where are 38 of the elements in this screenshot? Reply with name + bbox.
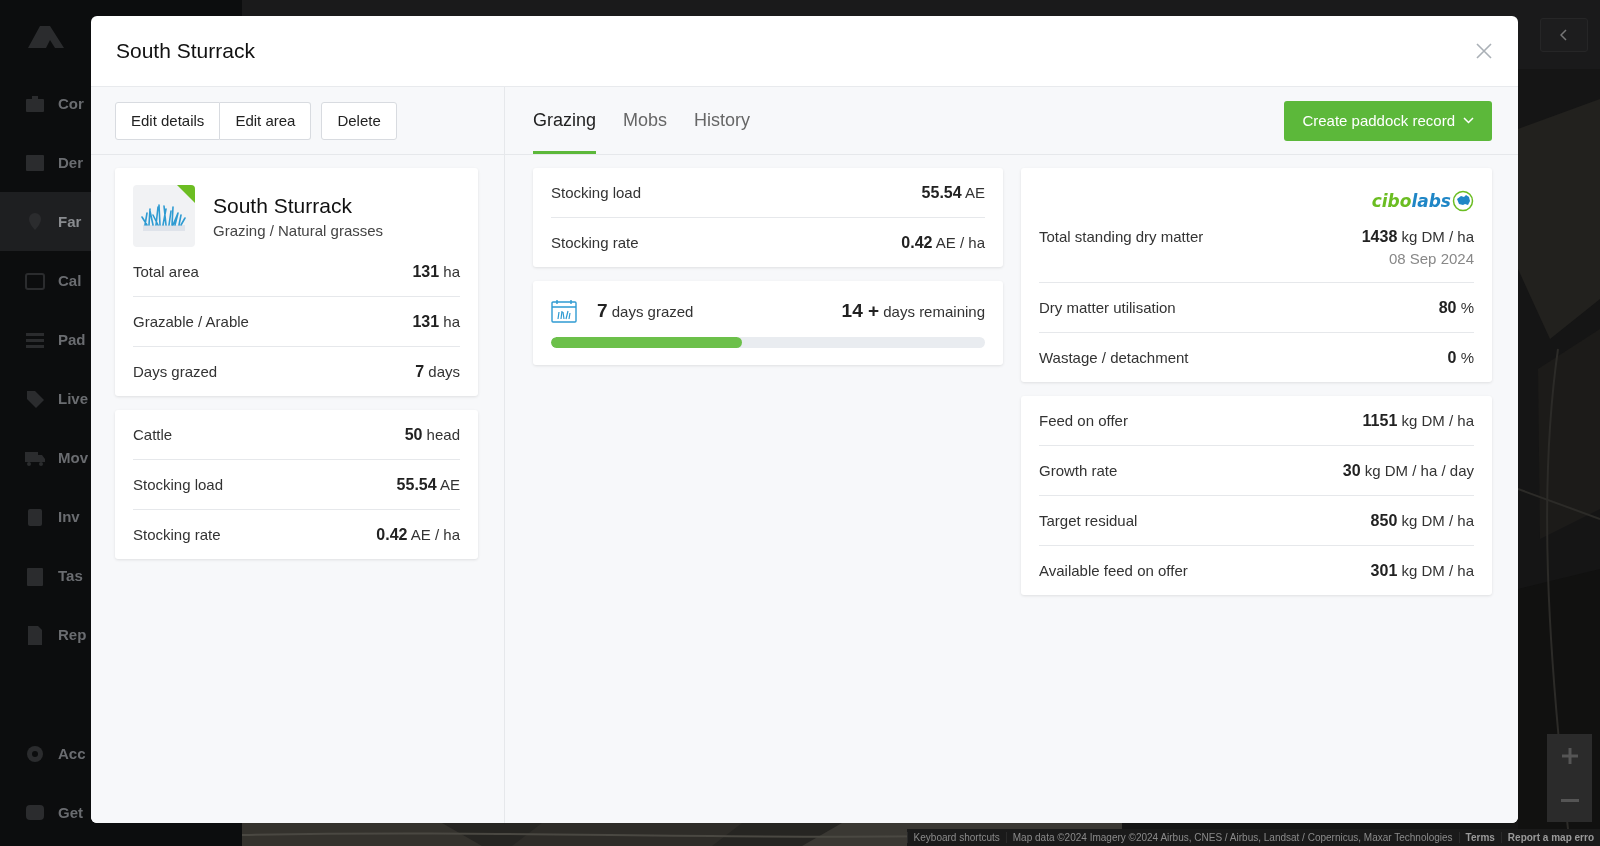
- row-label: Stocking rate: [133, 526, 221, 543]
- row-label: Stocking load: [133, 476, 224, 493]
- row-label: Target residual: [1039, 512, 1138, 529]
- days-remaining-label: 14 + days remaining: [841, 300, 985, 322]
- row-value: 7 days: [415, 363, 460, 381]
- row-label: Total standing dry matter: [1039, 228, 1204, 245]
- row-value: 55.54 AE: [396, 476, 460, 494]
- row-label: Grazable / Arable: [133, 313, 249, 330]
- row-label: Stocking load: [551, 184, 642, 201]
- row-label: Growth rate: [1039, 462, 1118, 479]
- row-label: Stocking rate: [551, 234, 639, 251]
- row-label: Days grazed: [133, 363, 218, 380]
- row-label: Dry matter utilisation: [1039, 299, 1176, 316]
- row-value: 80 %: [1438, 299, 1474, 317]
- map-attribution: Map data ©2024 Imagery ©2024 Airbus, CNES / Airbus, Landsat / Copernicus, Maxar Technologies: [1005, 832, 1459, 843]
- row-value: 0.42 AE / ha: [901, 234, 985, 252]
- row-label: Feed on offer: [1039, 412, 1128, 429]
- row-value: 131 ha: [412, 263, 460, 281]
- row-value: 1438 kg DM / ha: [1361, 228, 1474, 246]
- row-value: 1151 kg DM / ha: [1362, 412, 1474, 430]
- paddock-name: South Sturrack: [213, 193, 353, 218]
- dialog-title: South Sturrack: [116, 39, 255, 63]
- row-label: Total area: [133, 263, 199, 280]
- cibolabs-logo: cibolabs: [1371, 191, 1451, 211]
- row-label: Cattle: [133, 426, 173, 443]
- row-value: 850 kg DM / ha: [1370, 512, 1474, 530]
- row-value: 50 head: [404, 426, 460, 444]
- days-grazed-label: 7 days grazed: [597, 300, 694, 322]
- row-label: Available feed on offer: [1039, 562, 1188, 579]
- row-value: 0 %: [1447, 349, 1474, 367]
- row-value: 301 kg DM / ha: [1370, 562, 1474, 580]
- row-label: Wastage / detachment: [1039, 349, 1189, 366]
- reading-date: 08 Sep 2024: [1388, 250, 1474, 267]
- row-value: 0.42 AE / ha: [376, 526, 460, 544]
- row-value: 30 kg DM / ha / day: [1342, 462, 1474, 480]
- paddock-type: Grazing / Natural grasses: [213, 221, 384, 239]
- row-value: 55.54 AE: [921, 184, 985, 202]
- row-value: 131 ha: [412, 313, 460, 331]
